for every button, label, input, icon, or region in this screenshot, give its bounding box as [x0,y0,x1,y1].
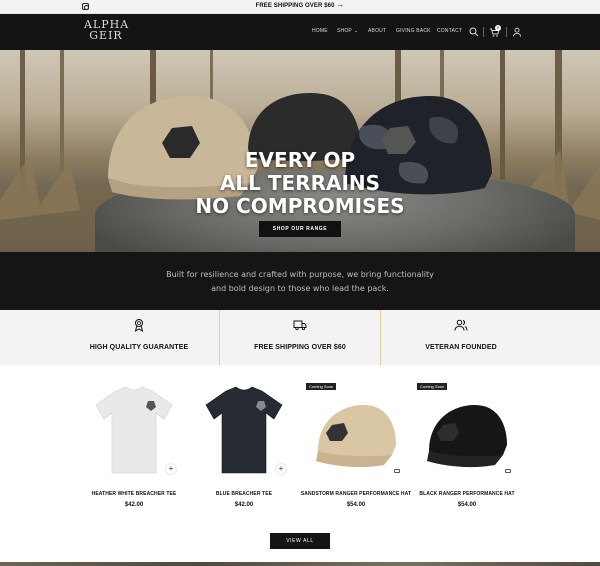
cart-count-badge: 0 [495,25,501,31]
logo-line-2: GEIR [89,29,123,42]
feature-label: HIGH QUALITY GUARANTEE [89,344,189,351]
feature-quality: HIGH QUALITY GUARANTEE [58,310,220,365]
menu-item-home[interactable]: HOME [312,28,328,34]
award-ribbon-icon [134,319,144,332]
product-price: $54.00 [346,502,366,508]
brand-statement: Built for resilience and crafted with pu… [166,270,434,293]
features-row: HIGH QUALITY GUARANTEE FREE SHIPPING OVE… [0,310,600,365]
shop-our-range-button[interactable]: SHOP OUR RANGE [259,221,341,237]
menu-item-shop-label: SHOP [337,28,352,34]
menu-item-giving-back[interactable]: GIVING BACK [396,28,431,34]
chevron-down-icon: ⌄ [353,28,359,34]
color-swatch-icon[interactable] [394,469,400,473]
main-header: ALPHA GEIR HOME SHOP ⌄ ABOUT GIVING BACK … [0,14,600,50]
divider [506,27,507,37]
hero-banner: EVERY OP ALL TERRAINS NO COMPROMISES SHO… [0,50,600,252]
arrow-right-icon: → [336,0,345,9]
menu-item-contact[interactable]: CONTACT [437,28,462,34]
brand-statement-section: Built for resilience and crafted with pu… [0,252,600,310]
product-image-sandstorm-hat [316,405,396,468]
product-price: $54.00 [457,502,477,508]
account-icon[interactable] [511,26,523,38]
menu-item-shop[interactable]: SHOP ⌄ [337,28,358,34]
product-name[interactable]: BLUE BREACHER TEE [188,491,300,497]
feature-label: VETERAN FOUNDED [425,344,497,351]
coming-soon-badge: Coming Soon [417,383,448,390]
hero-heading-line-2: ALL TERRAINS [219,171,381,195]
promo-text: FREE SHIPPING OVER $60 [255,3,335,9]
product-price: $42.00 [234,502,254,508]
delivery-truck-icon [293,320,307,331]
product-image-black-hat [427,405,507,468]
product-name[interactable]: SANDSTORM RANGER PERFORMANCE HAT [300,491,412,497]
menu-item-about[interactable]: ABOUT [368,28,386,34]
product-name[interactable]: BLACK RANGER PERFORMANCE HAT [411,491,523,497]
product-price: $42.00 [124,502,144,508]
feature-label: FREE SHIPPING OVER $60 [254,344,346,351]
next-section-image [0,562,600,566]
color-swatch-icon[interactable] [505,469,511,473]
search-icon[interactable] [468,26,480,38]
hero-heading-text-1: EVERY OP [244,148,356,172]
add-to-cart-button[interactable]: + [276,464,286,474]
product-name[interactable]: HEATHER WHITE BREACHER TEE [78,491,190,497]
feature-veteran: VETERAN FOUNDED [380,310,542,365]
announcement-bar: FREE SHIPPING OVER $60 → [0,0,600,14]
hero-heading-line-3: NO COMPROMISES [195,194,405,218]
logo[interactable]: ALPHA GEIR [84,19,128,41]
divider [483,27,484,37]
users-icon [454,319,468,331]
view-all-button[interactable]: VIEW ALL [270,533,330,549]
add-to-cart-button[interactable]: + [166,464,176,474]
shipping-promo[interactable]: FREE SHIPPING OVER $60 → [0,0,600,10]
coming-soon-badge: Coming Soon [306,383,337,390]
feature-shipping: FREE SHIPPING OVER $60 [219,310,381,365]
